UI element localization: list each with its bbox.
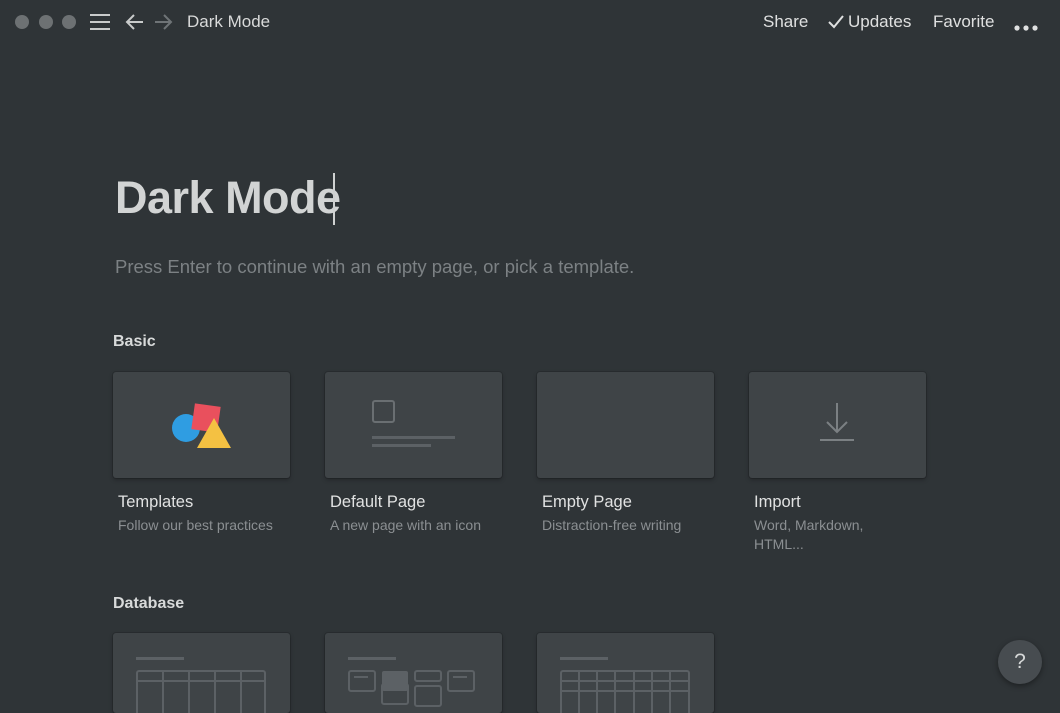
arrow-left-icon [125,14,143,30]
template-card-templates[interactable] [113,372,290,478]
updates-button[interactable]: Updates [848,12,911,32]
minimize-window-button[interactable] [39,15,53,29]
back-button[interactable] [124,12,146,37]
updates-check-icon [827,14,845,35]
arrow-right-icon [155,14,173,30]
more-dots-icon [1014,25,1038,31]
menu-icon [90,14,110,30]
favorite-button[interactable]: Favorite [933,12,994,32]
database-card-board[interactable] [325,633,502,713]
share-button[interactable]: Share [763,12,808,32]
section-label-database: Database [113,595,185,612]
template-card-import[interactable] [749,372,926,478]
template-card-empty-page[interactable] [537,372,714,478]
page-title[interactable]: Dark Mode [115,172,341,224]
forward-button[interactable] [152,12,174,37]
templates-shapes-icon [172,403,231,448]
empty-page-hint: Press Enter to continue with an empty pa… [115,256,635,277]
calendar-icon [560,657,690,713]
table-icon [136,657,266,713]
sidebar-toggle-button[interactable] [89,12,111,37]
more-options-button[interactable] [1014,19,1038,37]
help-button[interactable]: ? [998,640,1042,684]
download-icon [820,403,854,441]
zoom-window-button[interactable] [62,15,76,29]
card-title-empty-page: Empty Page [542,493,632,511]
breadcrumb[interactable]: Dark Mode [187,12,270,32]
close-window-button[interactable] [15,15,29,29]
card-title-import: Import [754,493,801,511]
database-card-calendar[interactable] [537,633,714,713]
default-page-icon [372,400,455,447]
database-card-table[interactable] [113,633,290,713]
card-desc-empty-page: Distraction-free writing [542,517,682,533]
card-desc-import: Word, Markdown, HTML... [754,517,864,552]
text-caret [333,173,335,225]
card-title-default-page: Default Page [330,493,426,511]
section-label-basic: Basic [113,333,156,350]
title-bar: Dark Mode Share Updates Favorite [0,0,1060,45]
card-desc-default-page: A new page with an icon [330,517,481,533]
board-icon [348,657,475,707]
template-card-default-page[interactable] [325,372,502,478]
card-title-templates: Templates [118,493,194,511]
card-desc-templates: Follow our best practices [118,517,273,533]
